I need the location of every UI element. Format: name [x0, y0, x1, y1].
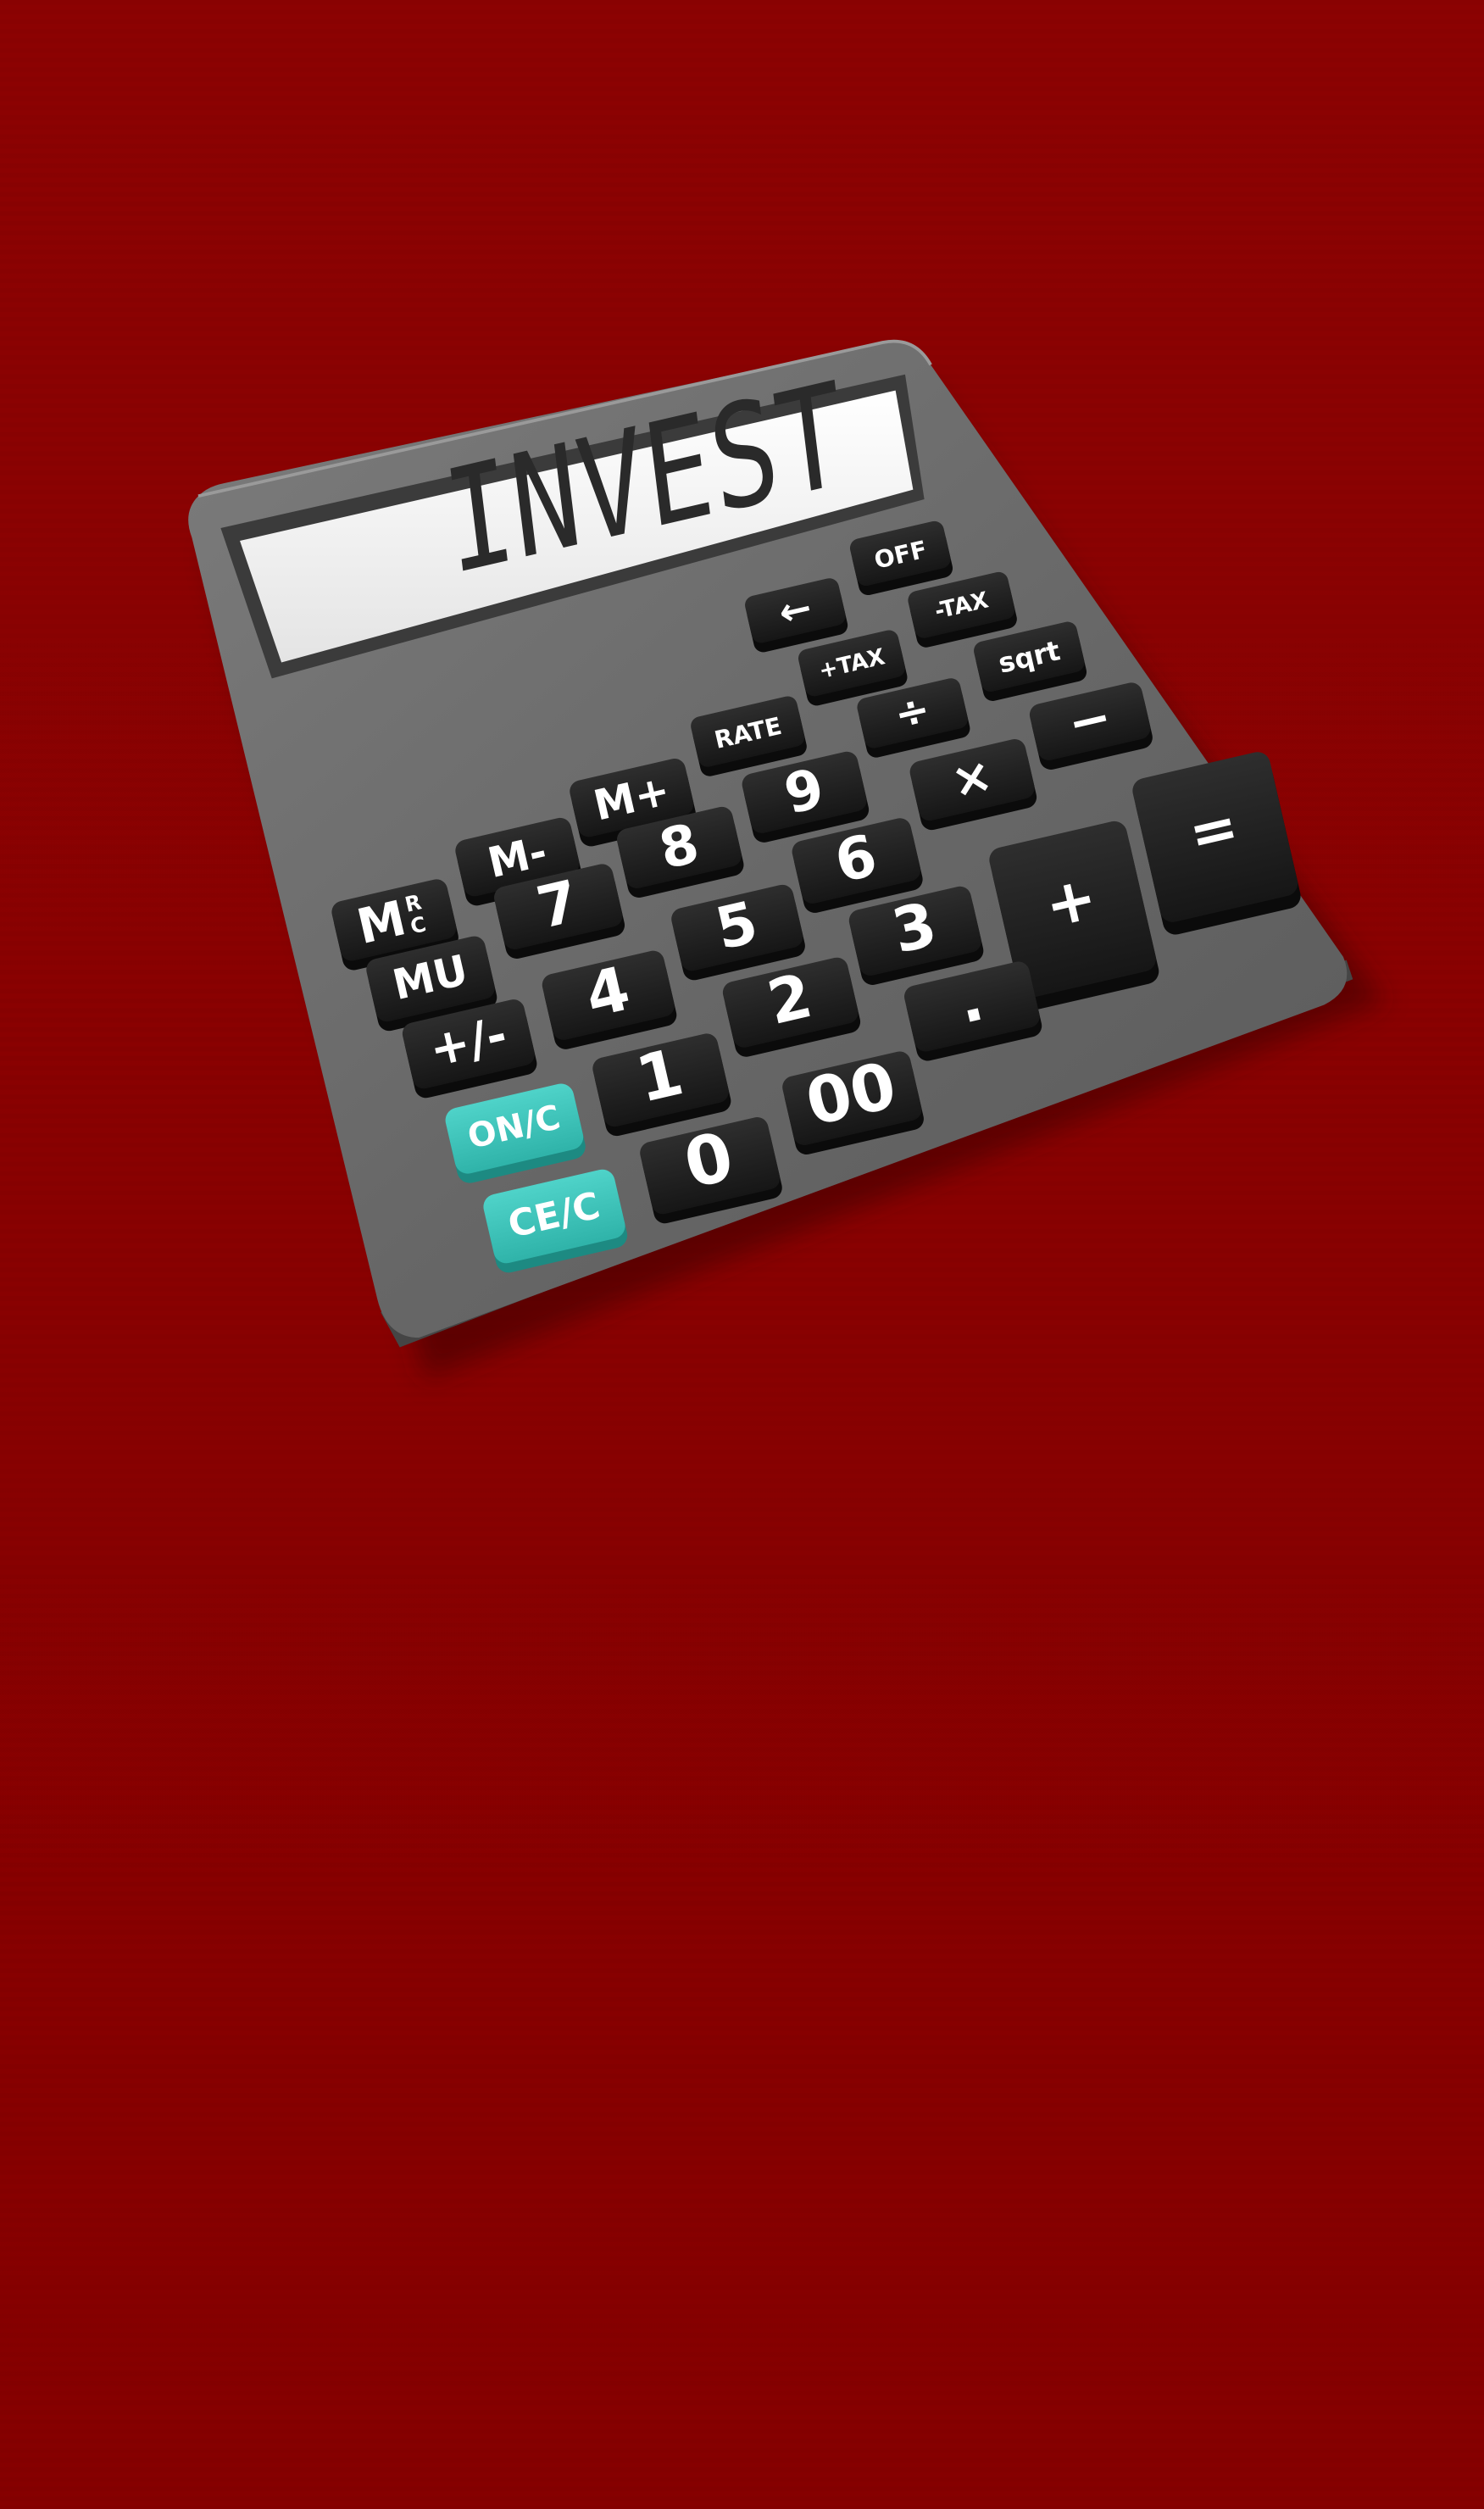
- calculator-scene: INVEST OFF ← -TAX +TAX sqrt ÷ RATE − 9 M…: [0, 0, 1484, 2509]
